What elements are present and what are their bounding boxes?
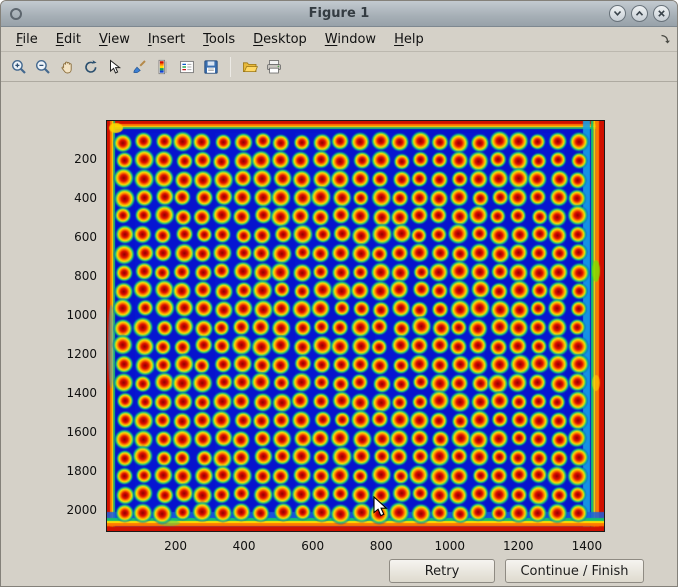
rotate-3d-icon xyxy=(82,58,100,76)
y-tick-label: 400 xyxy=(51,191,97,205)
menu-insert[interactable]: Insert xyxy=(139,29,194,50)
brush-button[interactable] xyxy=(128,56,150,78)
menu-desktop[interactable]: Desktop xyxy=(244,29,316,50)
figure-area: Retry Continue / Finish 200 400 600 800 1000… xyxy=(1,83,677,586)
y-tick-label: 1800 xyxy=(51,464,97,478)
mouse-cursor-icon xyxy=(373,496,389,522)
pan-hand-icon xyxy=(58,58,76,76)
insert-colorbar-button[interactable] xyxy=(152,56,174,78)
titlebar[interactable]: Figure 1 xyxy=(1,1,677,27)
x-tick-label: 1200 xyxy=(493,539,543,553)
y-tick-label: 2000 xyxy=(51,503,97,517)
x-tick-label: 200 xyxy=(151,539,201,553)
menu-tools[interactable]: Tools xyxy=(194,29,244,50)
print-icon xyxy=(265,58,283,76)
menubar: FileEditViewInsertToolsDesktopWindowHelp xyxy=(1,28,677,52)
zoom-out-icon xyxy=(34,58,52,76)
y-tick-label: 1600 xyxy=(51,425,97,439)
y-tick-label: 600 xyxy=(51,230,97,244)
brush-icon xyxy=(130,58,148,76)
zoom-out-button[interactable] xyxy=(32,56,54,78)
pan-button[interactable] xyxy=(56,56,78,78)
save-icon xyxy=(202,58,220,76)
continue-finish-button[interactable]: Continue / Finish xyxy=(505,559,644,583)
colorbar-icon xyxy=(154,58,172,76)
x-tick-label: 1000 xyxy=(425,539,475,553)
menu-view[interactable]: View xyxy=(90,29,139,50)
plot-image[interactable] xyxy=(106,120,605,532)
chevron-up-icon xyxy=(634,8,645,19)
rotate-3d-button[interactable] xyxy=(80,56,102,78)
print-figure-button[interactable] xyxy=(263,56,285,78)
data-cursor-button[interactable] xyxy=(104,56,126,78)
retry-button[interactable]: Retry xyxy=(389,559,495,583)
x-tick-label: 1400 xyxy=(562,539,612,553)
legend-icon xyxy=(178,58,196,76)
menu-edit[interactable]: Edit xyxy=(47,29,90,50)
open-folder-icon xyxy=(241,58,259,76)
minimize-button[interactable] xyxy=(609,5,626,22)
save-figure-button[interactable] xyxy=(200,56,222,78)
figure-window: Figure 1 FileEditViewInsertToolsDesktopW… xyxy=(0,0,678,587)
window-controls xyxy=(609,5,670,22)
zoom-in-icon xyxy=(10,58,28,76)
menu-overflow-icon[interactable] xyxy=(659,33,671,49)
x-tick-label: 800 xyxy=(356,539,406,553)
close-button[interactable] xyxy=(653,5,670,22)
chevron-down-icon xyxy=(612,8,623,19)
y-tick-label: 1400 xyxy=(51,386,97,400)
toolbar-separator xyxy=(230,57,231,77)
maximize-button[interactable] xyxy=(631,5,648,22)
y-tick-label: 1000 xyxy=(51,308,97,322)
menu-help[interactable]: Help xyxy=(385,29,433,50)
window-title: Figure 1 xyxy=(1,6,677,21)
x-tick-label: 600 xyxy=(288,539,338,553)
x-tick-label: 400 xyxy=(219,539,269,553)
y-tick-label: 1200 xyxy=(51,347,97,361)
close-icon xyxy=(656,8,667,19)
open-folder-button[interactable] xyxy=(239,56,261,78)
toolbar xyxy=(1,53,677,82)
menu-window[interactable]: Window xyxy=(316,29,385,50)
data-cursor-icon xyxy=(106,58,124,76)
zoom-in-button[interactable] xyxy=(8,56,30,78)
menu-file[interactable]: File xyxy=(7,29,47,50)
y-tick-label: 200 xyxy=(51,152,97,166)
insert-legend-button[interactable] xyxy=(176,56,198,78)
y-tick-label: 800 xyxy=(51,269,97,283)
